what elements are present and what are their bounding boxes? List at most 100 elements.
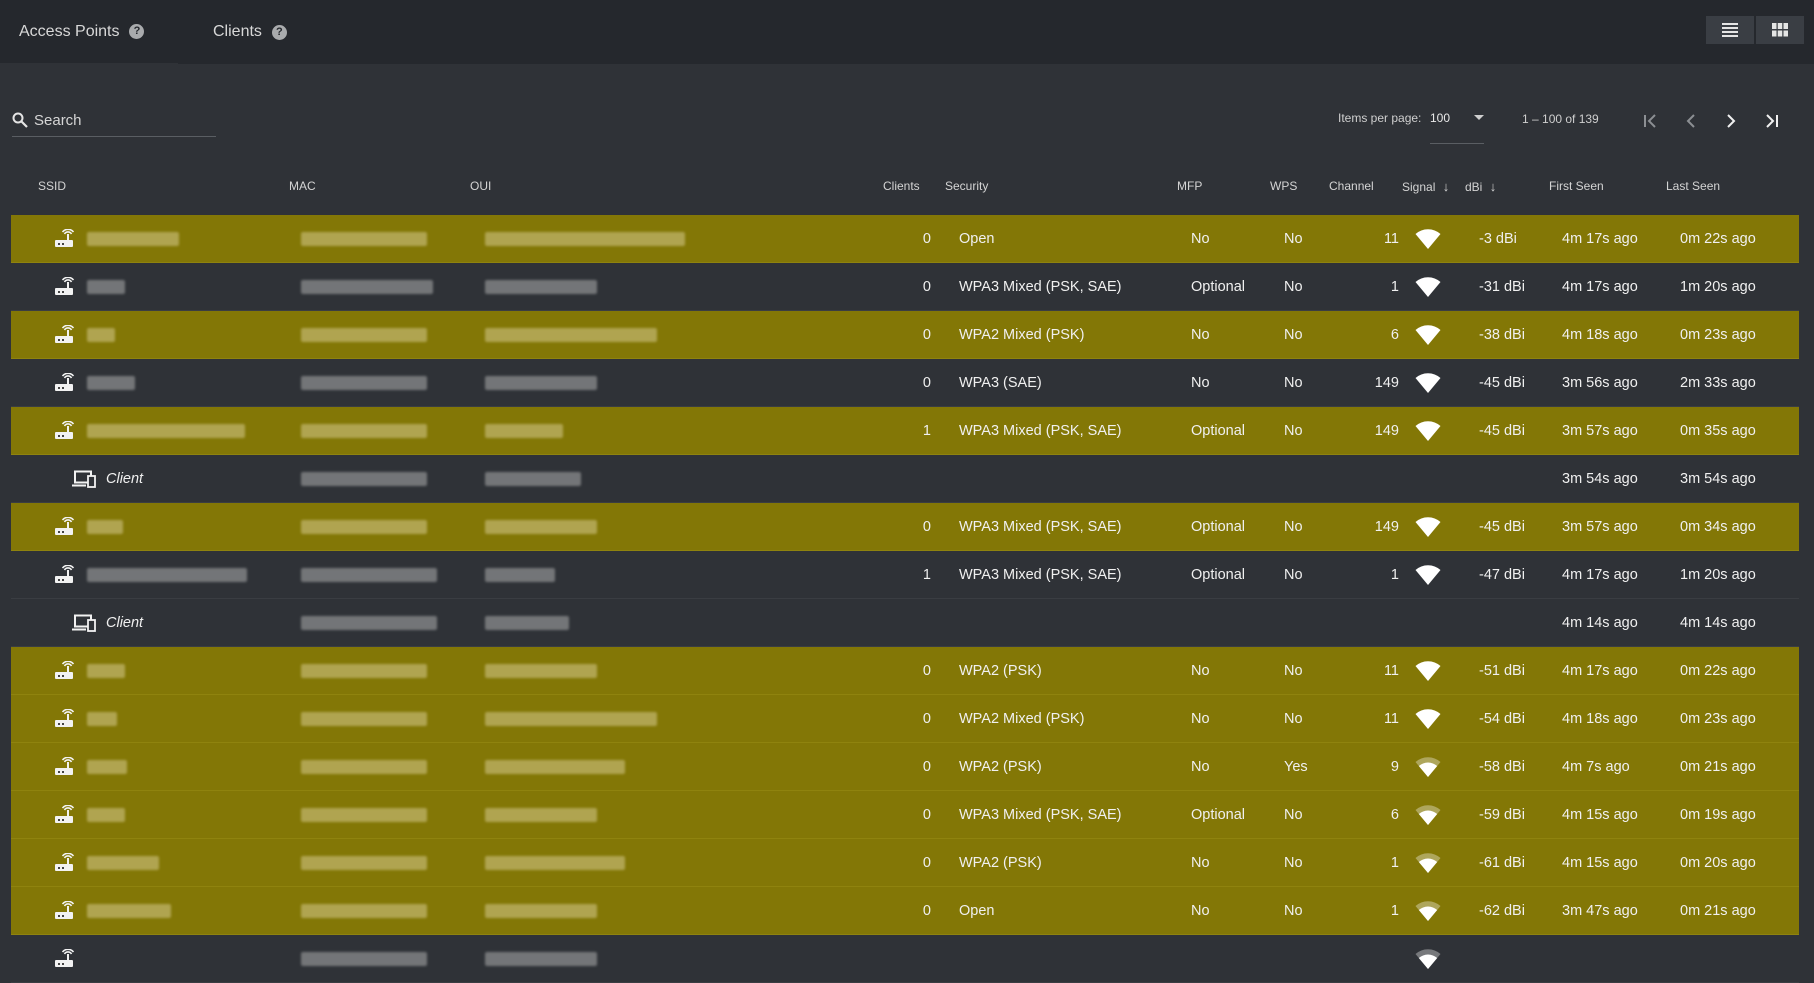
access-point-row[interactable]: 0 WPA2 (PSK) No No 11 -51 dBi 4m 17s ago 0m 22s… [11, 647, 1799, 695]
ap-icon-cell [53, 695, 75, 742]
access-point-row[interactable]: 0 WPA2 Mixed (PSK) No No 6 -38 dBi 4m 18s ago 0… [11, 311, 1799, 359]
column-header-mac[interactable]: MAC [289, 179, 316, 193]
security-value: WPA2 (PSK) [959, 758, 1042, 775]
clients-count [891, 935, 931, 982]
access-point-row[interactable] [11, 935, 1799, 983]
column-header-dbi[interactable]: dBi ↓ [1465, 179, 1496, 194]
oui-value-redacted [485, 712, 657, 726]
column-header-security[interactable]: Security [945, 179, 988, 193]
first-seen-value: 4m 17s ago [1562, 278, 1638, 295]
router-icon [55, 372, 75, 391]
access-point-row[interactable]: 0 Open No No 11 -3 dBi 4m 17s ago 0m 22s ago [11, 215, 1799, 263]
column-header-mfp[interactable]: MFP [1177, 179, 1202, 193]
last-seen-value: 1m 20s ago [1680, 566, 1756, 583]
clients-count: 0 [922, 230, 931, 247]
client-row[interactable]: Client 4m 14s ago 4m 14s ago [11, 599, 1799, 647]
wps-value: No [1284, 326, 1303, 343]
devices-icon [72, 614, 96, 632]
column-header-ssid[interactable]: SSID [38, 179, 66, 193]
wifi-signal-icon [1415, 900, 1441, 921]
next-page-button[interactable] [1719, 109, 1743, 133]
access-point-row[interactable]: 0 WPA3 Mixed (PSK, SAE) Optional No 6 -59 dBi… [11, 791, 1799, 839]
grid-view-button[interactable] [1756, 16, 1804, 44]
items-per-page-select[interactable]: 100 [1430, 104, 1484, 144]
mac-value-redacted [301, 232, 427, 246]
tab-access-points[interactable]: Access Points ? [0, 0, 178, 64]
wifi-signal-icon [1415, 660, 1441, 681]
clients-count: 0 [922, 278, 931, 295]
wps-value: Yes [1284, 758, 1308, 775]
ssid-value-redacted [87, 280, 125, 294]
access-point-row[interactable]: 0 WPA2 (PSK) No Yes 9 -58 dBi 4m 7s ago 0m 21s … [11, 743, 1799, 791]
channel-value: 6 [1390, 806, 1399, 823]
dbi-value: -3 dBi [1479, 230, 1517, 247]
wps-value: No [1284, 374, 1303, 391]
security-value: Open [959, 230, 995, 247]
first-seen-value: 4m 18s ago [1562, 710, 1638, 727]
router-icon [55, 420, 75, 439]
ssid-value-redacted [87, 760, 127, 774]
router-icon [55, 852, 75, 871]
ssid-value-redacted [87, 520, 123, 534]
last-seen-value: 0m 35s ago [1680, 422, 1756, 439]
grid-view-icon [1772, 23, 1788, 37]
access-point-row[interactable]: 0 WPA3 Mixed (PSK, SAE) Optional No 1 -31 dBi… [11, 263, 1799, 311]
access-point-row[interactable]: 0 WPA3 (SAE) No No 149 -45 dBi 3m 56s ago 2m 33… [11, 359, 1799, 407]
access-point-row[interactable]: 1 WPA3 Mixed (PSK, SAE) Optional No 149 -45 d… [11, 407, 1799, 455]
channel-value: 1 [1390, 566, 1399, 583]
tab-clients[interactable]: Clients ? [213, 0, 287, 64]
channel-value: 149 [1374, 374, 1399, 391]
column-header-clients[interactable]: Clients [883, 179, 920, 193]
previous-page-button[interactable] [1679, 109, 1703, 133]
access-point-row[interactable]: 0 Open No No 1 -62 dBi 3m 47s ago 0m 21s ago [11, 887, 1799, 935]
search-field[interactable]: Search [12, 104, 216, 137]
mac-value-redacted [301, 712, 427, 726]
last-page-button[interactable] [1759, 109, 1783, 133]
ap-icon-cell [53, 311, 75, 358]
security-value: WPA3 Mixed (PSK, SAE) [959, 518, 1122, 535]
last-seen-value: 2m 33s ago [1680, 374, 1756, 391]
mac-value-redacted [301, 616, 437, 630]
items-per-page-value: 100 [1430, 111, 1451, 125]
last-seen-value: 0m 23s ago [1680, 710, 1756, 727]
ssid-value-redacted [87, 856, 159, 870]
pagination-range: 1 – 100 of 139 [1522, 112, 1599, 126]
dropdown-caret-icon [1474, 115, 1484, 120]
column-header-channel[interactable]: Channel [1329, 179, 1374, 193]
mfp-value: Optional [1191, 566, 1246, 583]
list-view-button[interactable] [1706, 16, 1754, 44]
mfp-value: No [1191, 710, 1210, 727]
security-value: WPA3 Mixed (PSK, SAE) [959, 806, 1122, 823]
column-header-last-seen[interactable]: Last Seen [1666, 179, 1720, 193]
signal-indicator [1415, 263, 1441, 310]
column-header-signal[interactable]: Signal ↓ [1402, 179, 1449, 194]
mfp-value: No [1191, 854, 1210, 871]
column-header-wps[interactable]: WPS [1270, 179, 1297, 193]
clients-count: 0 [922, 662, 931, 679]
access-point-row[interactable]: 0 WPA2 (PSK) No No 1 -61 dBi 4m 15s ago 0m 20s … [11, 839, 1799, 887]
search-placeholder: Search [34, 111, 82, 129]
help-icon[interactable]: ? [129, 24, 145, 39]
first-seen-value: 4m 17s ago [1562, 230, 1638, 247]
access-point-row[interactable]: 0 WPA2 Mixed (PSK) No No 11 -54 dBi 4m 18s ago… [11, 695, 1799, 743]
access-point-row[interactable]: 0 WPA3 Mixed (PSK, SAE) Optional No 149 -45 d… [11, 503, 1799, 551]
first-page-button[interactable] [1639, 109, 1663, 133]
wps-value: No [1284, 662, 1303, 679]
chevron-left-icon [1686, 114, 1695, 128]
chevron-right-icon [1727, 114, 1736, 128]
dbi-value: -62 dBi [1479, 902, 1525, 919]
channel-value: 11 [1383, 662, 1399, 679]
column-header-first-seen[interactable]: First Seen [1549, 179, 1604, 193]
signal-indicator [1415, 215, 1441, 262]
signal-indicator [1415, 551, 1441, 598]
router-icon [55, 804, 75, 823]
first-seen-value: 4m 17s ago [1562, 662, 1638, 679]
channel-value: 9 [1390, 758, 1399, 775]
dbi-value: -45 dBi [1479, 518, 1525, 535]
client-row[interactable]: Client 3m 54s ago 3m 54s ago [11, 455, 1799, 503]
help-icon[interactable]: ? [271, 24, 287, 40]
column-header-label: Signal [1402, 180, 1436, 194]
column-header-oui[interactable]: OUI [470, 179, 491, 193]
access-point-row[interactable]: 1 WPA3 Mixed (PSK, SAE) Optional No 1 -47 dBi… [11, 551, 1799, 599]
ap-icon-cell [53, 551, 75, 598]
